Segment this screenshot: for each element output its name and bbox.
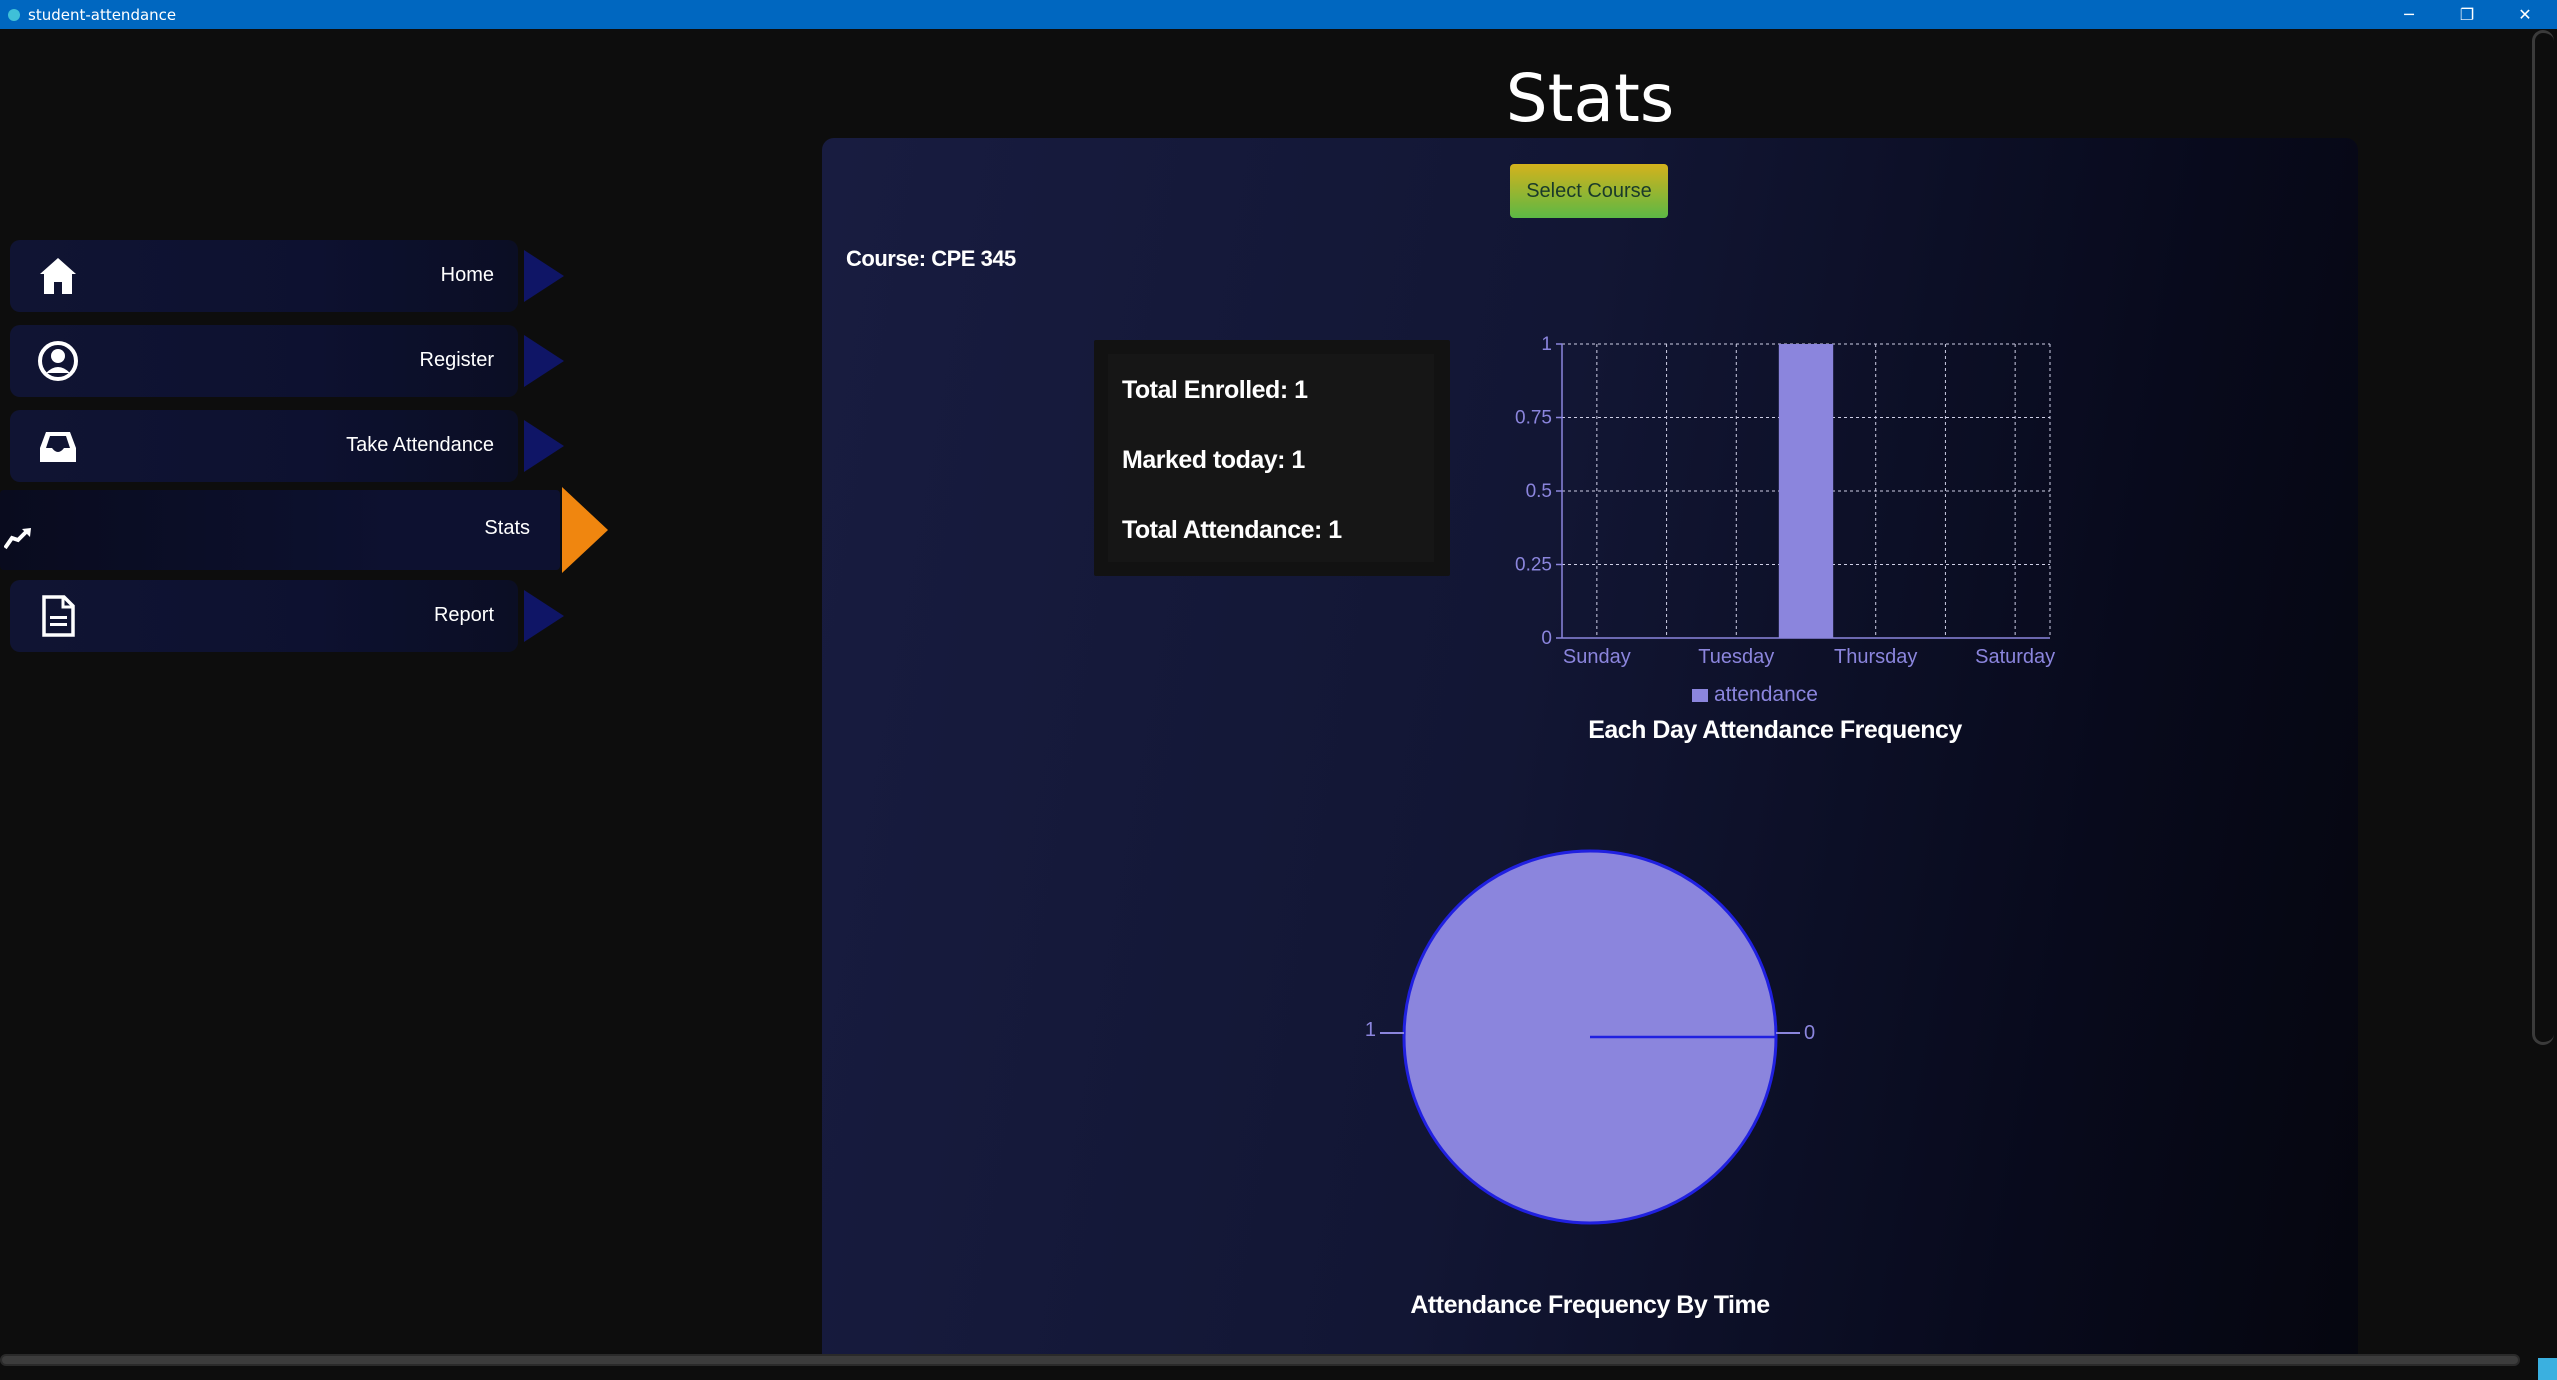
sidebar-item-report[interactable]: Report	[10, 580, 564, 652]
pie-label: 1	[1365, 1019, 1376, 1041]
sidebar-item-register[interactable]: Register	[10, 325, 564, 397]
user-circle-icon	[38, 341, 78, 381]
total-attendance-text: Total Attendance: 1	[1122, 516, 1342, 544]
sidebar-item-label: Register	[419, 349, 494, 371]
pie-chart-title: Attendance Frequency By Time	[1410, 1291, 1770, 1319]
x-tick-label: Sunday	[1563, 646, 1631, 668]
restore-button[interactable]: ❐	[2438, 0, 2496, 29]
window-title: student-attendance	[28, 5, 177, 24]
sidebar-item-label: Home	[440, 264, 494, 286]
home-icon	[40, 258, 76, 294]
attendance-pie-chart: 10	[1365, 849, 1815, 1225]
attendance-bar-chart: 0 0.25 0.5 0.75 1 Sunday Tuesday Thursday Saturd…	[1515, 334, 2055, 706]
sidebar-item-home[interactable]: Home	[10, 240, 564, 312]
y-tick-label: 0	[1541, 628, 1552, 649]
marked-today-text: Marked today: 1	[1122, 446, 1305, 474]
nav-arrow	[524, 250, 564, 302]
y-tick-label: 0.75	[1515, 408, 1552, 429]
minimize-button[interactable]: ─	[2380, 0, 2438, 29]
legend-label: attendance	[1714, 683, 1818, 706]
legend-swatch	[1692, 689, 1708, 702]
total-enrolled-text: Total Enrolled: 1	[1122, 376, 1308, 404]
sidebar-item-take-attendance[interactable]: Take Attendance	[10, 410, 564, 482]
sidebar-item-label: Report	[433, 604, 494, 626]
document-icon	[42, 595, 75, 637]
nav-arrow	[524, 420, 564, 472]
x-tick-label: Saturday	[1975, 646, 2055, 668]
page-title: Stats	[1505, 60, 1675, 137]
x-tick-label: Thursday	[1834, 646, 1917, 668]
bar-wednesday	[1778, 344, 1834, 638]
x-tick-label: Tuesday	[1698, 646, 1774, 668]
chart-line-icon	[4, 528, 31, 550]
y-tick-label: 1	[1541, 334, 1552, 355]
select-course-button[interactable]: Select Course	[1510, 164, 1668, 218]
close-button[interactable]: ✕	[2496, 0, 2554, 29]
stats-summary-card: Total Enrolled: 1 Marked today: 1 Total …	[1094, 340, 1450, 576]
horizontal-scrollbar-thumb[interactable]	[2, 1356, 2518, 1364]
pie-label: 0	[1804, 1022, 1815, 1044]
bar-chart-title: Each Day Attendance Frequency	[1588, 716, 1962, 744]
sidebar-item-label: Stats	[484, 517, 530, 539]
y-tick-label: 0.5	[1526, 481, 1552, 502]
y-tick-label: 0.25	[1515, 555, 1552, 576]
nav-arrow-active	[562, 487, 608, 573]
app-icon	[8, 8, 20, 21]
chart-legend: attendance	[1692, 683, 1818, 706]
vertical-scrollbar[interactable]	[2532, 30, 2554, 1045]
nav-arrow	[524, 590, 564, 642]
sidebar-item-label: Take Attendance	[346, 434, 494, 456]
title-bar: student-attendance ─ ❐ ✕	[0, 0, 2557, 29]
scrollbar-corner	[2538, 1358, 2557, 1380]
sidebar-item-stats[interactable]: Stats	[0, 487, 608, 573]
nav-arrow	[524, 335, 564, 387]
inbox-icon	[40, 432, 76, 462]
course-label: Course: CPE 345	[846, 246, 1016, 271]
